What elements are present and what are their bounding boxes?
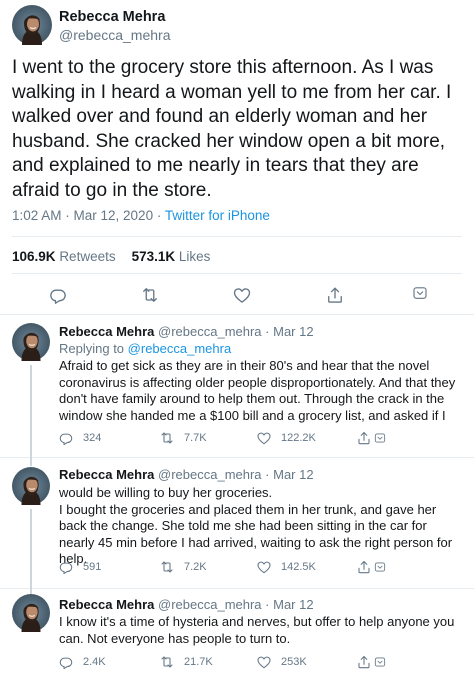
reply-text: I know it's a time of hysteria and nerve… — [59, 614, 455, 646]
like-count: 142.5K — [281, 561, 316, 573]
reply-author-name[interactable]: Rebecca Mehra — [59, 597, 154, 612]
tweet-meta: 1:02 AM · Mar 12, 2020 · Twitter for iPh… — [12, 208, 270, 223]
speech-bubble-icon[interactable] — [48, 285, 68, 305]
replying-to: Replying to @rebecca_mehra — [59, 341, 232, 356]
retweets-stat[interactable]: 106.9K Retweets — [12, 249, 116, 264]
avatar[interactable] — [12, 323, 50, 361]
divider — [12, 273, 462, 274]
chevron-down-icon[interactable] — [373, 655, 387, 669]
like-button[interactable]: 253K — [256, 654, 307, 670]
reply-actions: 591 7.2K 142.5K — [0, 559, 474, 577]
speech-bubble-icon — [58, 430, 74, 446]
divider — [12, 236, 462, 237]
likes-stat[interactable]: 573.1K Likes — [132, 249, 211, 264]
reply-actions: 324 7.7K 122.2K — [0, 430, 474, 448]
like-count: 253K — [281, 656, 307, 668]
reply-actions: 2.4K 21.7K 253K — [0, 654, 474, 672]
heart-icon — [256, 654, 272, 670]
chevron-down-icon[interactable] — [411, 284, 429, 302]
heart-icon[interactable] — [232, 285, 252, 305]
avatar[interactable] — [12, 5, 52, 45]
main-tweet: Rebecca Mehra @rebecca_mehra I went to t… — [0, 0, 474, 315]
retweet-button[interactable]: 21.7K — [159, 654, 213, 670]
reply-time[interactable]: · Mar 12 — [265, 467, 313, 482]
tweet-stats: 106.9K Retweets 573.1K Likes — [12, 249, 210, 264]
retweet-count: 7.2K — [184, 561, 207, 573]
heart-icon — [256, 430, 272, 446]
reply-header: Rebecca Mehra @rebecca_mehra · Mar 12 — [59, 467, 314, 482]
reply-count: 2.4K — [83, 656, 106, 668]
retweet-count: 7.7K — [184, 432, 207, 444]
avatar[interactable] — [12, 467, 50, 505]
share-button[interactable] — [356, 430, 387, 446]
reply-button[interactable]: 591 — [58, 559, 101, 575]
retweet-arrows-icon[interactable] — [140, 285, 160, 305]
retweet-arrows-icon — [159, 654, 175, 670]
retweet-arrows-icon — [159, 430, 175, 446]
share-upload-icon — [356, 654, 372, 670]
retweet-arrows-icon — [159, 559, 175, 575]
tweet-source[interactable]: Twitter for iPhone — [165, 208, 270, 223]
retweet-button[interactable]: 7.7K — [159, 430, 207, 446]
tweet-text: I went to the grocery store this afterno… — [12, 57, 452, 201]
reply-text: would be willing to buy her groceries. I… — [59, 485, 453, 566]
speech-bubble-icon — [58, 654, 74, 670]
speech-bubble-icon — [58, 559, 74, 575]
reply-tweet[interactable]: Rebecca Mehra @rebecca_mehra · Mar 12 Re… — [0, 315, 474, 458]
thread-line — [30, 458, 32, 466]
reply-author-handle[interactable]: @rebecca_mehra — [158, 324, 262, 339]
replying-to-link[interactable]: @rebecca_mehra — [128, 341, 232, 356]
reply-tweet[interactable]: Rebecca Mehra @rebecca_mehra · Mar 12 I … — [0, 589, 474, 678]
reply-header: Rebecca Mehra @rebecca_mehra · Mar 12 — [59, 597, 314, 612]
share-button[interactable] — [356, 559, 387, 575]
like-button[interactable]: 122.2K — [256, 430, 316, 446]
reply-button[interactable]: 2.4K — [58, 654, 106, 670]
share-upload-icon[interactable] — [325, 285, 345, 305]
reply-count: 324 — [83, 432, 102, 444]
tweet-timestamp[interactable]: 1:02 AM · Mar 12, 2020 · — [12, 208, 165, 223]
reply-author-name[interactable]: Rebecca Mehra — [59, 324, 154, 339]
reply-count: 591 — [83, 561, 102, 573]
share-upload-icon — [356, 430, 372, 446]
avatar[interactable] — [12, 594, 50, 632]
retweet-button[interactable]: 7.2K — [159, 559, 207, 575]
tweet-actions — [0, 285, 474, 307]
retweet-count: 21.7K — [184, 656, 213, 668]
author-name[interactable]: Rebecca Mehra — [59, 9, 165, 25]
chevron-down-icon[interactable] — [373, 431, 387, 445]
reply-tweet[interactable]: Rebecca Mehra @rebecca_mehra · Mar 12 wo… — [0, 458, 474, 589]
reply-text: Afraid to get sick as they are in their … — [59, 358, 456, 423]
like-count: 122.2K — [281, 432, 316, 444]
author-handle[interactable]: @rebecca_mehra — [59, 27, 171, 43]
reply-author-handle[interactable]: @rebecca_mehra — [158, 597, 262, 612]
reply-header: Rebecca Mehra @rebecca_mehra · Mar 12 — [59, 324, 314, 339]
reply-button[interactable]: 324 — [58, 430, 101, 446]
chevron-down-icon[interactable] — [373, 560, 387, 574]
reply-time[interactable]: · Mar 12 — [265, 324, 313, 339]
thread-line — [30, 509, 32, 589]
reply-author-handle[interactable]: @rebecca_mehra — [158, 467, 262, 482]
share-button[interactable] — [356, 654, 387, 670]
reply-author-name[interactable]: Rebecca Mehra — [59, 467, 154, 482]
like-button[interactable]: 142.5K — [256, 559, 316, 575]
reply-time[interactable]: · Mar 12 — [265, 597, 313, 612]
heart-icon — [256, 559, 272, 575]
share-upload-icon — [356, 559, 372, 575]
